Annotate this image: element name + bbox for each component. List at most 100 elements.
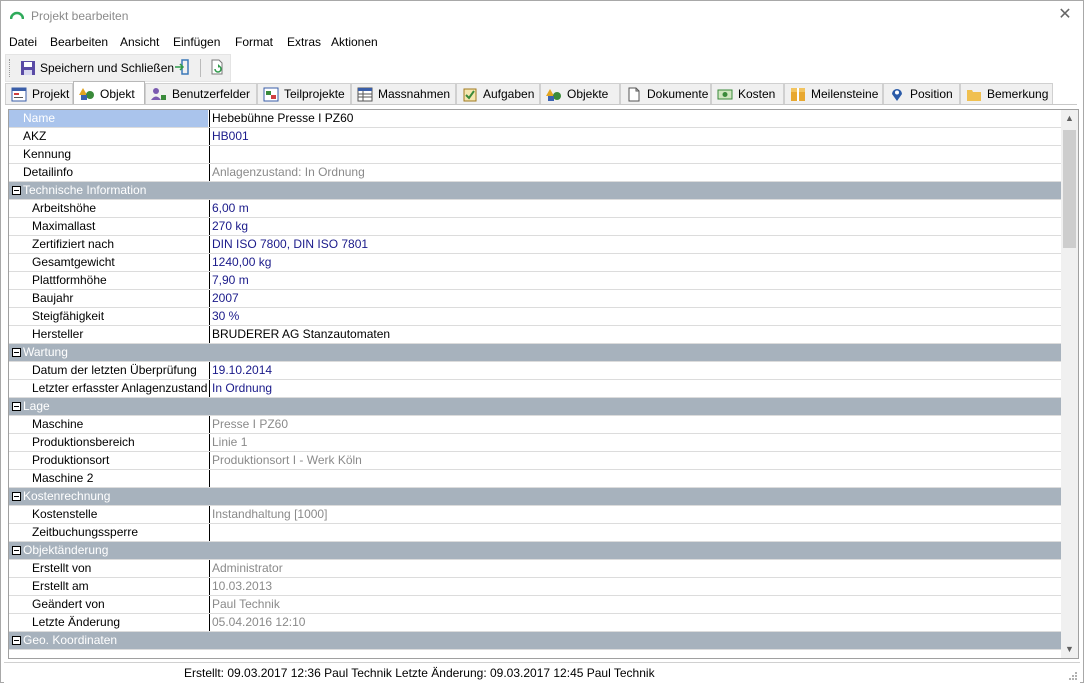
property-value[interactable]: In Ordnung bbox=[209, 380, 1059, 397]
tab-objekte[interactable]: Objekte bbox=[540, 83, 620, 104]
scroll-down-arrow-icon[interactable]: ▼ bbox=[1061, 641, 1078, 658]
scroll-up-arrow-icon[interactable]: ▲ bbox=[1061, 110, 1078, 127]
vertical-scrollbar[interactable]: ▲ ▼ bbox=[1061, 110, 1078, 658]
property-row[interactable]: AKZ HB001 bbox=[9, 128, 1061, 146]
menu-aktionen[interactable]: Aktionen bbox=[331, 35, 378, 49]
tab-aufgaben[interactable]: Aufgaben bbox=[456, 83, 540, 104]
tab-bemerkung[interactable]: Bemerkung bbox=[960, 83, 1053, 104]
menu-datei[interactable]: Datei bbox=[9, 35, 37, 49]
property-value[interactable]: 270 kg bbox=[209, 218, 1059, 235]
category-label: Technische Information bbox=[23, 183, 147, 197]
exit-door-icon[interactable] bbox=[174, 59, 190, 75]
property-value[interactable] bbox=[209, 470, 1059, 487]
property-value[interactable]: Anlagenzustand: In Ordnung bbox=[209, 164, 1059, 181]
property-row[interactable]: Plattformhöhe 7,90 m bbox=[9, 272, 1061, 290]
tab-teilprojekte[interactable]: Teilprojekte bbox=[257, 83, 351, 104]
property-value[interactable]: Paul Technik bbox=[209, 596, 1059, 613]
property-row[interactable]: Datum der letzten Überprüfung 19.10.2014 bbox=[9, 362, 1061, 380]
property-value[interactable]: Instandhaltung [1000] bbox=[209, 506, 1059, 523]
property-value[interactable]: 1240,00 kg bbox=[209, 254, 1059, 271]
note-folder-icon bbox=[967, 89, 981, 101]
property-row[interactable]: Erstellt am 10.03.2013 bbox=[9, 578, 1061, 596]
property-row[interactable]: Geändert von Paul Technik bbox=[9, 596, 1061, 614]
category-row[interactable]: Wartung bbox=[9, 344, 1061, 362]
category-row[interactable]: Objektänderung bbox=[9, 542, 1061, 560]
property-row[interactable]: Arbeitshöhe 6,00 m bbox=[9, 200, 1061, 218]
property-row[interactable]: Letzter erfasster Anlagenzustand In Ordnu… bbox=[9, 380, 1061, 398]
property-row[interactable]: Produktionsbereich Linie 1 bbox=[9, 434, 1061, 452]
property-label: Maximallast bbox=[32, 219, 96, 233]
tab-massnahmen[interactable]: Massnahmen bbox=[351, 83, 456, 104]
app-logo-icon bbox=[10, 11, 24, 20]
property-value[interactable] bbox=[209, 146, 1059, 163]
property-value[interactable]: 30 % bbox=[209, 308, 1059, 325]
tab-position[interactable]: Position bbox=[883, 83, 960, 104]
save-and-close-button[interactable]: Speichern und Schließen bbox=[16, 58, 178, 78]
tab-benutzerfelder[interactable]: Benutzerfelder bbox=[145, 83, 257, 104]
menu-bearbeiten[interactable]: Bearbeiten bbox=[50, 35, 108, 49]
property-value[interactable] bbox=[209, 524, 1059, 541]
resize-grip-icon[interactable] bbox=[1068, 671, 1078, 681]
toolbar-grip[interactable] bbox=[9, 59, 12, 77]
tasks-clipboard-icon bbox=[463, 88, 477, 101]
status-text: Erstellt: 09.03.2017 12:36 Paul Technik … bbox=[184, 666, 655, 680]
menu-format[interactable]: Format bbox=[235, 35, 273, 49]
property-value[interactable]: BRUDERER AG Stanzautomaten bbox=[209, 326, 1059, 343]
property-label: Hersteller bbox=[32, 327, 84, 341]
property-row[interactable]: Hersteller BRUDERER AG Stanzautomaten bbox=[9, 326, 1061, 344]
tab-benutzerfelder-label: Benutzerfelder bbox=[172, 87, 251, 101]
save-and-close-label: Speichern und Schließen bbox=[40, 61, 175, 75]
property-value[interactable]: Hebebühne Presse I PZ60 bbox=[209, 110, 1059, 127]
category-row[interactable]: Geo. Koordinaten bbox=[9, 632, 1061, 650]
property-row[interactable]: Kostenstelle Instandhaltung [1000] bbox=[9, 506, 1061, 524]
property-row[interactable]: Baujahr 2007 bbox=[9, 290, 1061, 308]
property-row[interactable]: Produktionsort Produktionsort I - Werk Kö… bbox=[9, 452, 1061, 470]
menu-bar: Datei Bearbeiten Ansicht Einfügen Format… bbox=[1, 32, 1083, 52]
property-label: Plattformhöhe bbox=[32, 273, 107, 287]
costs-banknote-icon bbox=[717, 89, 733, 99]
tab-kosten[interactable]: Kosten bbox=[711, 83, 784, 104]
property-row[interactable]: Maximallast 270 kg bbox=[9, 218, 1061, 236]
property-row[interactable]: Zeitbuchungssperre bbox=[9, 524, 1061, 542]
status-bar: Erstellt: 09.03.2017 12:36 Paul Technik … bbox=[4, 662, 1080, 683]
property-row[interactable]: Detailinfo Anlagenzustand: In Ordnung bbox=[9, 164, 1061, 182]
tab-projekt[interactable]: Projekt bbox=[5, 83, 73, 104]
property-row[interactable]: Name Hebebühne Presse I PZ60 bbox=[9, 110, 1061, 128]
property-value[interactable]: HB001 bbox=[209, 128, 1059, 145]
scrollbar-thumb[interactable] bbox=[1063, 130, 1076, 248]
property-value[interactable]: Administrator bbox=[209, 560, 1059, 577]
category-row[interactable]: Lage bbox=[9, 398, 1061, 416]
property-value[interactable]: 2007 bbox=[209, 290, 1059, 307]
property-value[interactable]: 10.03.2013 bbox=[209, 578, 1059, 595]
property-row[interactable]: Maschine Presse I PZ60 bbox=[9, 416, 1061, 434]
tab-dokumente[interactable]: Dokumente bbox=[620, 83, 711, 104]
property-value[interactable]: 7,90 m bbox=[209, 272, 1059, 289]
tab-meilensteine[interactable]: Meilensteine bbox=[784, 83, 883, 104]
property-row[interactable]: Gesamtgewicht 1240,00 kg bbox=[9, 254, 1061, 272]
tab-objekt[interactable]: Objekt bbox=[73, 81, 145, 105]
property-row[interactable]: Erstellt von Administrator bbox=[9, 560, 1061, 578]
property-value[interactable]: 6,00 m bbox=[209, 200, 1059, 217]
menu-extras[interactable]: Extras bbox=[287, 35, 321, 49]
property-row[interactable]: Maschine 2 bbox=[9, 470, 1061, 488]
property-value[interactable]: Linie 1 bbox=[209, 434, 1059, 451]
property-row[interactable]: Zertifiziert nach DIN ISO 7800, DIN ISO 7… bbox=[9, 236, 1061, 254]
property-value[interactable]: Produktionsort I - Werk Köln bbox=[209, 452, 1059, 469]
menu-ansicht[interactable]: Ansicht bbox=[120, 35, 159, 49]
close-window-button[interactable]: ✕ bbox=[1055, 5, 1075, 25]
property-value[interactable]: DIN ISO 7800, DIN ISO 7801 bbox=[209, 236, 1059, 253]
tab-position-label: Position bbox=[910, 87, 953, 101]
tab-bar-divider bbox=[5, 104, 1077, 105]
tab-dokumente-label: Dokumente bbox=[647, 87, 709, 101]
property-value[interactable]: 19.10.2014 bbox=[209, 362, 1059, 379]
property-value[interactable]: 05.04.2016 12:10 bbox=[209, 614, 1059, 631]
property-row[interactable]: Letzte Änderung 05.04.2016 12:10 bbox=[9, 614, 1061, 632]
property-row[interactable]: Kennung bbox=[9, 146, 1061, 164]
property-row[interactable]: Steigfähigkeit 30 % bbox=[9, 308, 1061, 326]
category-row[interactable]: Technische Information bbox=[9, 182, 1061, 200]
refresh-document-icon[interactable] bbox=[209, 59, 225, 75]
menu-einfuegen[interactable]: Einfügen bbox=[173, 35, 220, 49]
property-value[interactable]: Presse I PZ60 bbox=[209, 416, 1059, 433]
category-row[interactable]: Kostenrechnung bbox=[9, 488, 1061, 506]
property-label: Letzte Änderung bbox=[32, 615, 121, 629]
